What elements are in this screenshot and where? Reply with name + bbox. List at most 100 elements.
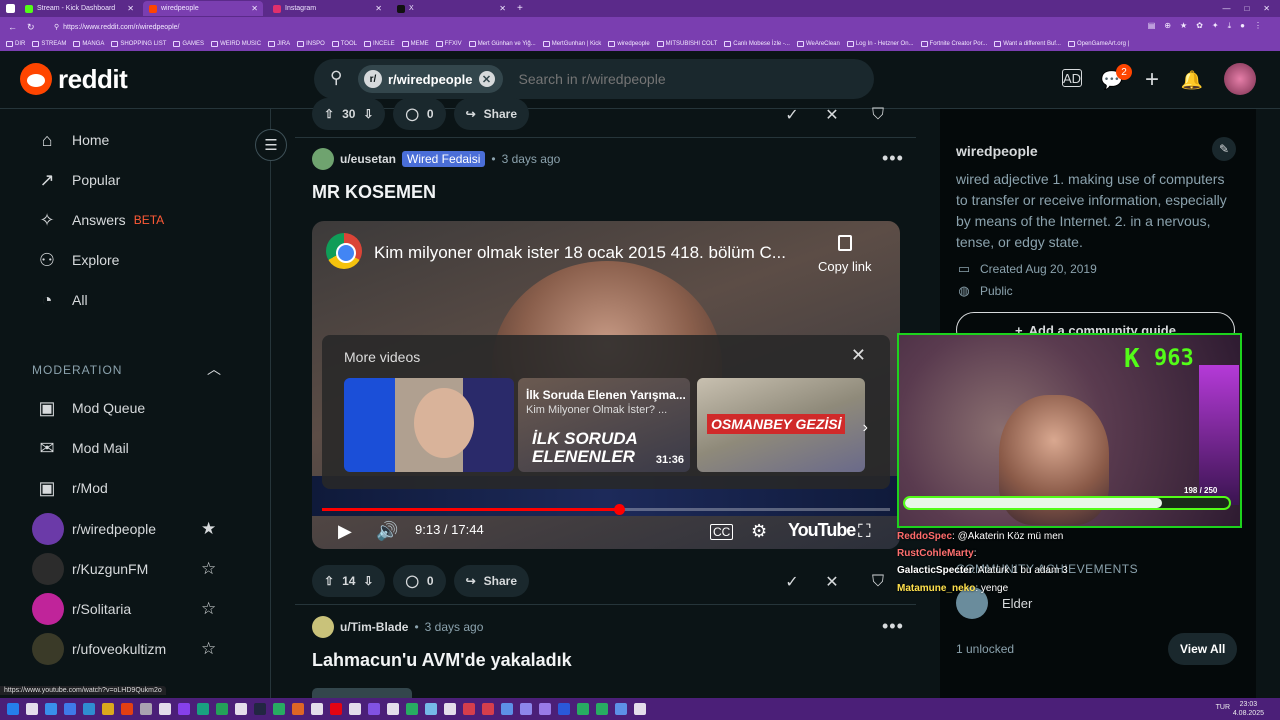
taskbar-app-icon[interactable]: [292, 703, 304, 715]
bookmark-item[interactable]: OpenGameArt.org |: [1067, 41, 1129, 47]
new-tab-icon[interactable]: +: [517, 3, 523, 14]
browser-menu-dots-icon[interactable]: ⋮: [1254, 21, 1262, 31]
taskbar-app-icon[interactable]: [349, 703, 361, 715]
maximize-icon[interactable]: □: [1244, 4, 1249, 13]
sidebar-item-all[interactable]: ◔ All: [36, 289, 88, 311]
next-videos-icon[interactable]: ›: [863, 419, 868, 437]
tab-close-icon[interactable]: ✕: [251, 4, 258, 13]
bookmark-item[interactable]: DIR: [6, 41, 25, 47]
video-title[interactable]: Kim milyoner olmak ister 18 ocak 2015 41…: [374, 243, 814, 263]
bookmark-item[interactable]: Canlı Mobese İzle -...: [724, 41, 790, 47]
taskbar-app-icon[interactable]: [463, 703, 475, 715]
tab-close-icon[interactable]: ✕: [127, 4, 134, 13]
youtube-logo[interactable]: YouTube: [788, 520, 856, 541]
reload-icon[interactable]: ↻: [27, 22, 35, 33]
search-bar[interactable]: ⚲ r/ r/wiredpeople ✕: [314, 59, 874, 99]
taskbar-app-icon[interactable]: [273, 703, 285, 715]
video-thumbnail[interactable]: OSMANBEY GEZİSİ: [697, 378, 865, 472]
remove-icon[interactable]: ✕: [821, 571, 843, 593]
taskbar-app-icon[interactable]: [406, 703, 418, 715]
advertise-icon[interactable]: AD: [1062, 69, 1082, 87]
search-community-chip[interactable]: r/ r/wiredpeople ✕: [358, 65, 503, 93]
taskbar-app-icon[interactable]: [634, 703, 646, 715]
bookmark-item[interactable]: FFXIV: [435, 41, 462, 47]
shield-icon[interactable]: ⛉: [867, 104, 889, 126]
clear-chip-icon[interactable]: ✕: [478, 71, 495, 87]
edit-pencil-icon[interactable]: ✎: [1212, 137, 1236, 161]
search-input[interactable]: [518, 71, 819, 87]
bookmark-item[interactable]: GAMES: [173, 41, 204, 47]
copy-link-button[interactable]: Copy link: [818, 235, 871, 274]
start-button-icon[interactable]: [7, 703, 19, 715]
taskbar-app-icon[interactable]: [444, 703, 456, 715]
bookmark-item[interactable]: Log In - Hetzner On...: [846, 41, 914, 47]
favorite-star-icon[interactable]: ☆: [201, 599, 216, 619]
taskbar-app-icon[interactable]: [387, 703, 399, 715]
channel-avatar-icon[interactable]: [326, 233, 362, 269]
sidebar-community-item[interactable]: r/wiredpeople: [32, 513, 156, 545]
url-input[interactable]: ⚲ https://www.reddit.com/r/wiredpeople/: [48, 20, 1078, 34]
taskbar-app-icon[interactable]: [577, 703, 589, 715]
taskbar-app-icon[interactable]: [159, 703, 171, 715]
taskbar-app-icon[interactable]: [45, 703, 57, 715]
sidebar-toggle-button[interactable]: ☰: [255, 129, 287, 161]
shield-icon[interactable]: ⛉: [867, 571, 889, 593]
post-options-icon[interactable]: •••: [882, 148, 904, 169]
taskbar-app-icon[interactable]: [197, 703, 209, 715]
sidebar-item-popular[interactable]: ↗ Popular: [36, 169, 120, 191]
approve-icon[interactable]: ✓: [781, 104, 803, 126]
browser-tab[interactable]: wiredpeople ✕: [143, 1, 263, 16]
taskbar-app-icon[interactable]: [482, 703, 494, 715]
volume-icon[interactable]: 🔊: [376, 521, 398, 542]
taskbar-app-icon[interactable]: [140, 703, 152, 715]
user-avatar[interactable]: [1224, 63, 1256, 95]
taskbar-app-icon[interactable]: [235, 703, 247, 715]
browser-tab[interactable]: X ✕: [391, 1, 511, 16]
upvote-icon[interactable]: ⇧: [324, 574, 334, 588]
sidebar-item-home[interactable]: ⌂ Home: [36, 129, 110, 151]
taskbar-app-icon[interactable]: [520, 703, 532, 715]
share-button[interactable]: ↪ Share: [453, 98, 530, 130]
taskbar-app-icon[interactable]: [216, 703, 228, 715]
extension-icon[interactable]: ✿: [1196, 21, 1203, 31]
collapse-moderation-icon[interactable]: ︿: [207, 359, 221, 379]
play-icon[interactable]: ▶: [338, 521, 352, 542]
create-post-icon[interactable]: +: [1141, 66, 1163, 93]
taskbar-app-icon[interactable]: [26, 703, 38, 715]
video-progress-bar[interactable]: [322, 504, 890, 515]
bookmark-item[interactable]: INCELE: [363, 41, 395, 47]
author-avatar[interactable]: [312, 616, 334, 638]
sidebar-community-item[interactable]: r/KuzgunFM: [32, 553, 148, 585]
favorite-star-filled-icon[interactable]: ★: [201, 519, 216, 539]
post-title[interactable]: MR KOSEMEN: [312, 182, 436, 203]
author-link[interactable]: u/eusetan: [340, 152, 396, 166]
taskbar-app-icon[interactable]: [330, 703, 342, 715]
sidebar-item-explore[interactable]: ⚇ Explore: [36, 249, 120, 271]
sidebar-community-item[interactable]: r/Solitaria: [32, 593, 131, 625]
downloads-icon[interactable]: ⤓: [1228, 21, 1232, 31]
window-close-icon[interactable]: ✕: [1263, 4, 1270, 13]
favorite-star-icon[interactable]: ☆: [201, 559, 216, 579]
bookmark-item[interactable]: SHOPPING LIST: [111, 41, 166, 47]
taskbar-app-icon[interactable]: [83, 703, 95, 715]
taskbar-app-icon[interactable]: [121, 703, 133, 715]
remove-icon[interactable]: ✕: [821, 104, 843, 126]
embedded-video-player[interactable]: Kim milyoner olmak ister 18 ocak 2015 41…: [312, 221, 900, 549]
upvote-icon[interactable]: ⇧: [324, 107, 334, 121]
author-avatar[interactable]: [312, 148, 334, 170]
sidebar-community-item[interactable]: r/ufoveokultizm: [32, 633, 166, 665]
author-link[interactable]: u/Tim-Blade: [340, 620, 408, 634]
notifications-bell-icon[interactable]: 🔔: [1181, 69, 1203, 91]
sidebar-mod-item[interactable]: ✉ Mod Mail: [36, 437, 128, 459]
sidebar-mod-item[interactable]: ▣ r/Mod: [36, 477, 107, 499]
taskbar-app-icon[interactable]: [539, 703, 551, 715]
taskbar-app-icon[interactable]: [368, 703, 380, 715]
taskbar-app-icon[interactable]: [501, 703, 513, 715]
minimize-icon[interactable]: —: [1222, 4, 1230, 13]
browser-tab[interactable]: Stream - Kick Dashboard ✕: [19, 1, 139, 16]
bookmark-item[interactable]: Mert Günhan ve Yiğ...: [468, 41, 536, 47]
downvote-icon[interactable]: ⇩: [363, 107, 373, 121]
bookmark-item[interactable]: MEME: [401, 41, 429, 47]
captions-icon[interactable]: CC: [710, 524, 734, 540]
bookmark-item[interactable]: INSPO: [297, 41, 325, 47]
